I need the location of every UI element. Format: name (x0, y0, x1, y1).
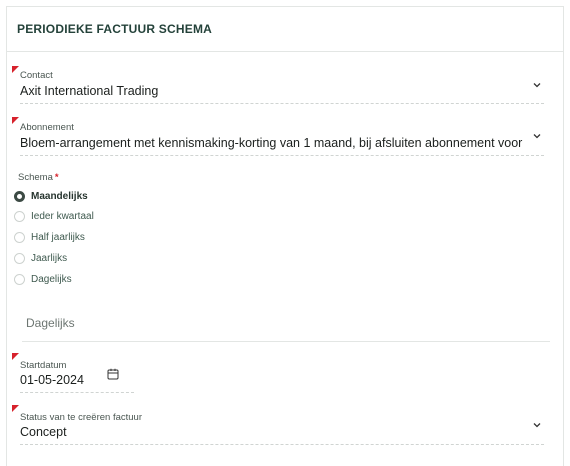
radio-unchecked-icon[interactable] (14, 252, 25, 264)
status-select[interactable]: Status van te creëren factuur Concept (12, 405, 544, 445)
radio-label: Jaarlijks (31, 252, 68, 264)
abonnement-select[interactable]: Abonnement Bloem-arrangement met kennism… (12, 117, 544, 157)
startdatum-value: 01-05-2024 (20, 373, 84, 387)
required-flag (12, 117, 19, 124)
status-value: Concept (20, 425, 67, 439)
panel-header: PERIODIEKE FACTUUR SCHEMA (7, 7, 563, 52)
startdatum-label: Startdatum (20, 360, 67, 371)
startdatum-underline (20, 392, 134, 393)
frequency-value: Dagelijks (26, 316, 75, 330)
radio-label: Ieder kwartaal (31, 210, 94, 222)
radio-checked-icon[interactable] (14, 190, 25, 202)
radio-unchecked-icon[interactable] (14, 231, 25, 243)
radio-unchecked-icon[interactable] (14, 273, 25, 285)
required-flag (12, 405, 19, 412)
abonnement-value: Bloem-arrangement met kennismaking-korti… (20, 136, 523, 150)
chevron-down-icon[interactable] (532, 131, 542, 141)
status-label: Status van te creëren factuur (20, 412, 142, 423)
radio-maandelijks[interactable]: Maandelijks (14, 188, 88, 204)
radio-label: Maandelijks (31, 190, 88, 202)
required-flag (12, 353, 19, 360)
status-underline (20, 444, 544, 445)
chevron-down-icon[interactable] (532, 420, 542, 430)
abonnement-underline (20, 155, 544, 156)
frequency-field[interactable]: Dagelijks (14, 306, 550, 342)
abonnement-label: Abonnement (20, 122, 74, 133)
schema-label: Schema * (18, 172, 59, 183)
radio-unchecked-icon[interactable] (14, 210, 25, 222)
panel-title: PERIODIEKE FACTUUR SCHEMA (17, 22, 213, 36)
contact-label: Contact (20, 70, 53, 81)
required-flag (12, 66, 19, 73)
radio-label: Half jaarlijks (31, 231, 85, 243)
radio-label: Dagelijks (31, 273, 72, 285)
chevron-down-icon[interactable] (532, 80, 542, 90)
contact-value: Axit International Trading (20, 84, 159, 98)
radio-dagelijks[interactable]: Dagelijks (14, 271, 72, 287)
required-asterisk: * (54, 172, 59, 183)
radio-ieder-kwartaal[interactable]: Ieder kwartaal (14, 208, 94, 224)
calendar-icon[interactable] (107, 367, 119, 380)
contact-select[interactable]: Contact Axit International Trading (12, 66, 544, 104)
contact-underline (20, 103, 544, 104)
frequency-underline (22, 341, 550, 342)
radio-jaarlijks[interactable]: Jaarlijks (14, 250, 67, 266)
radio-half-jaarlijks[interactable]: Half jaarlijks (14, 229, 85, 245)
